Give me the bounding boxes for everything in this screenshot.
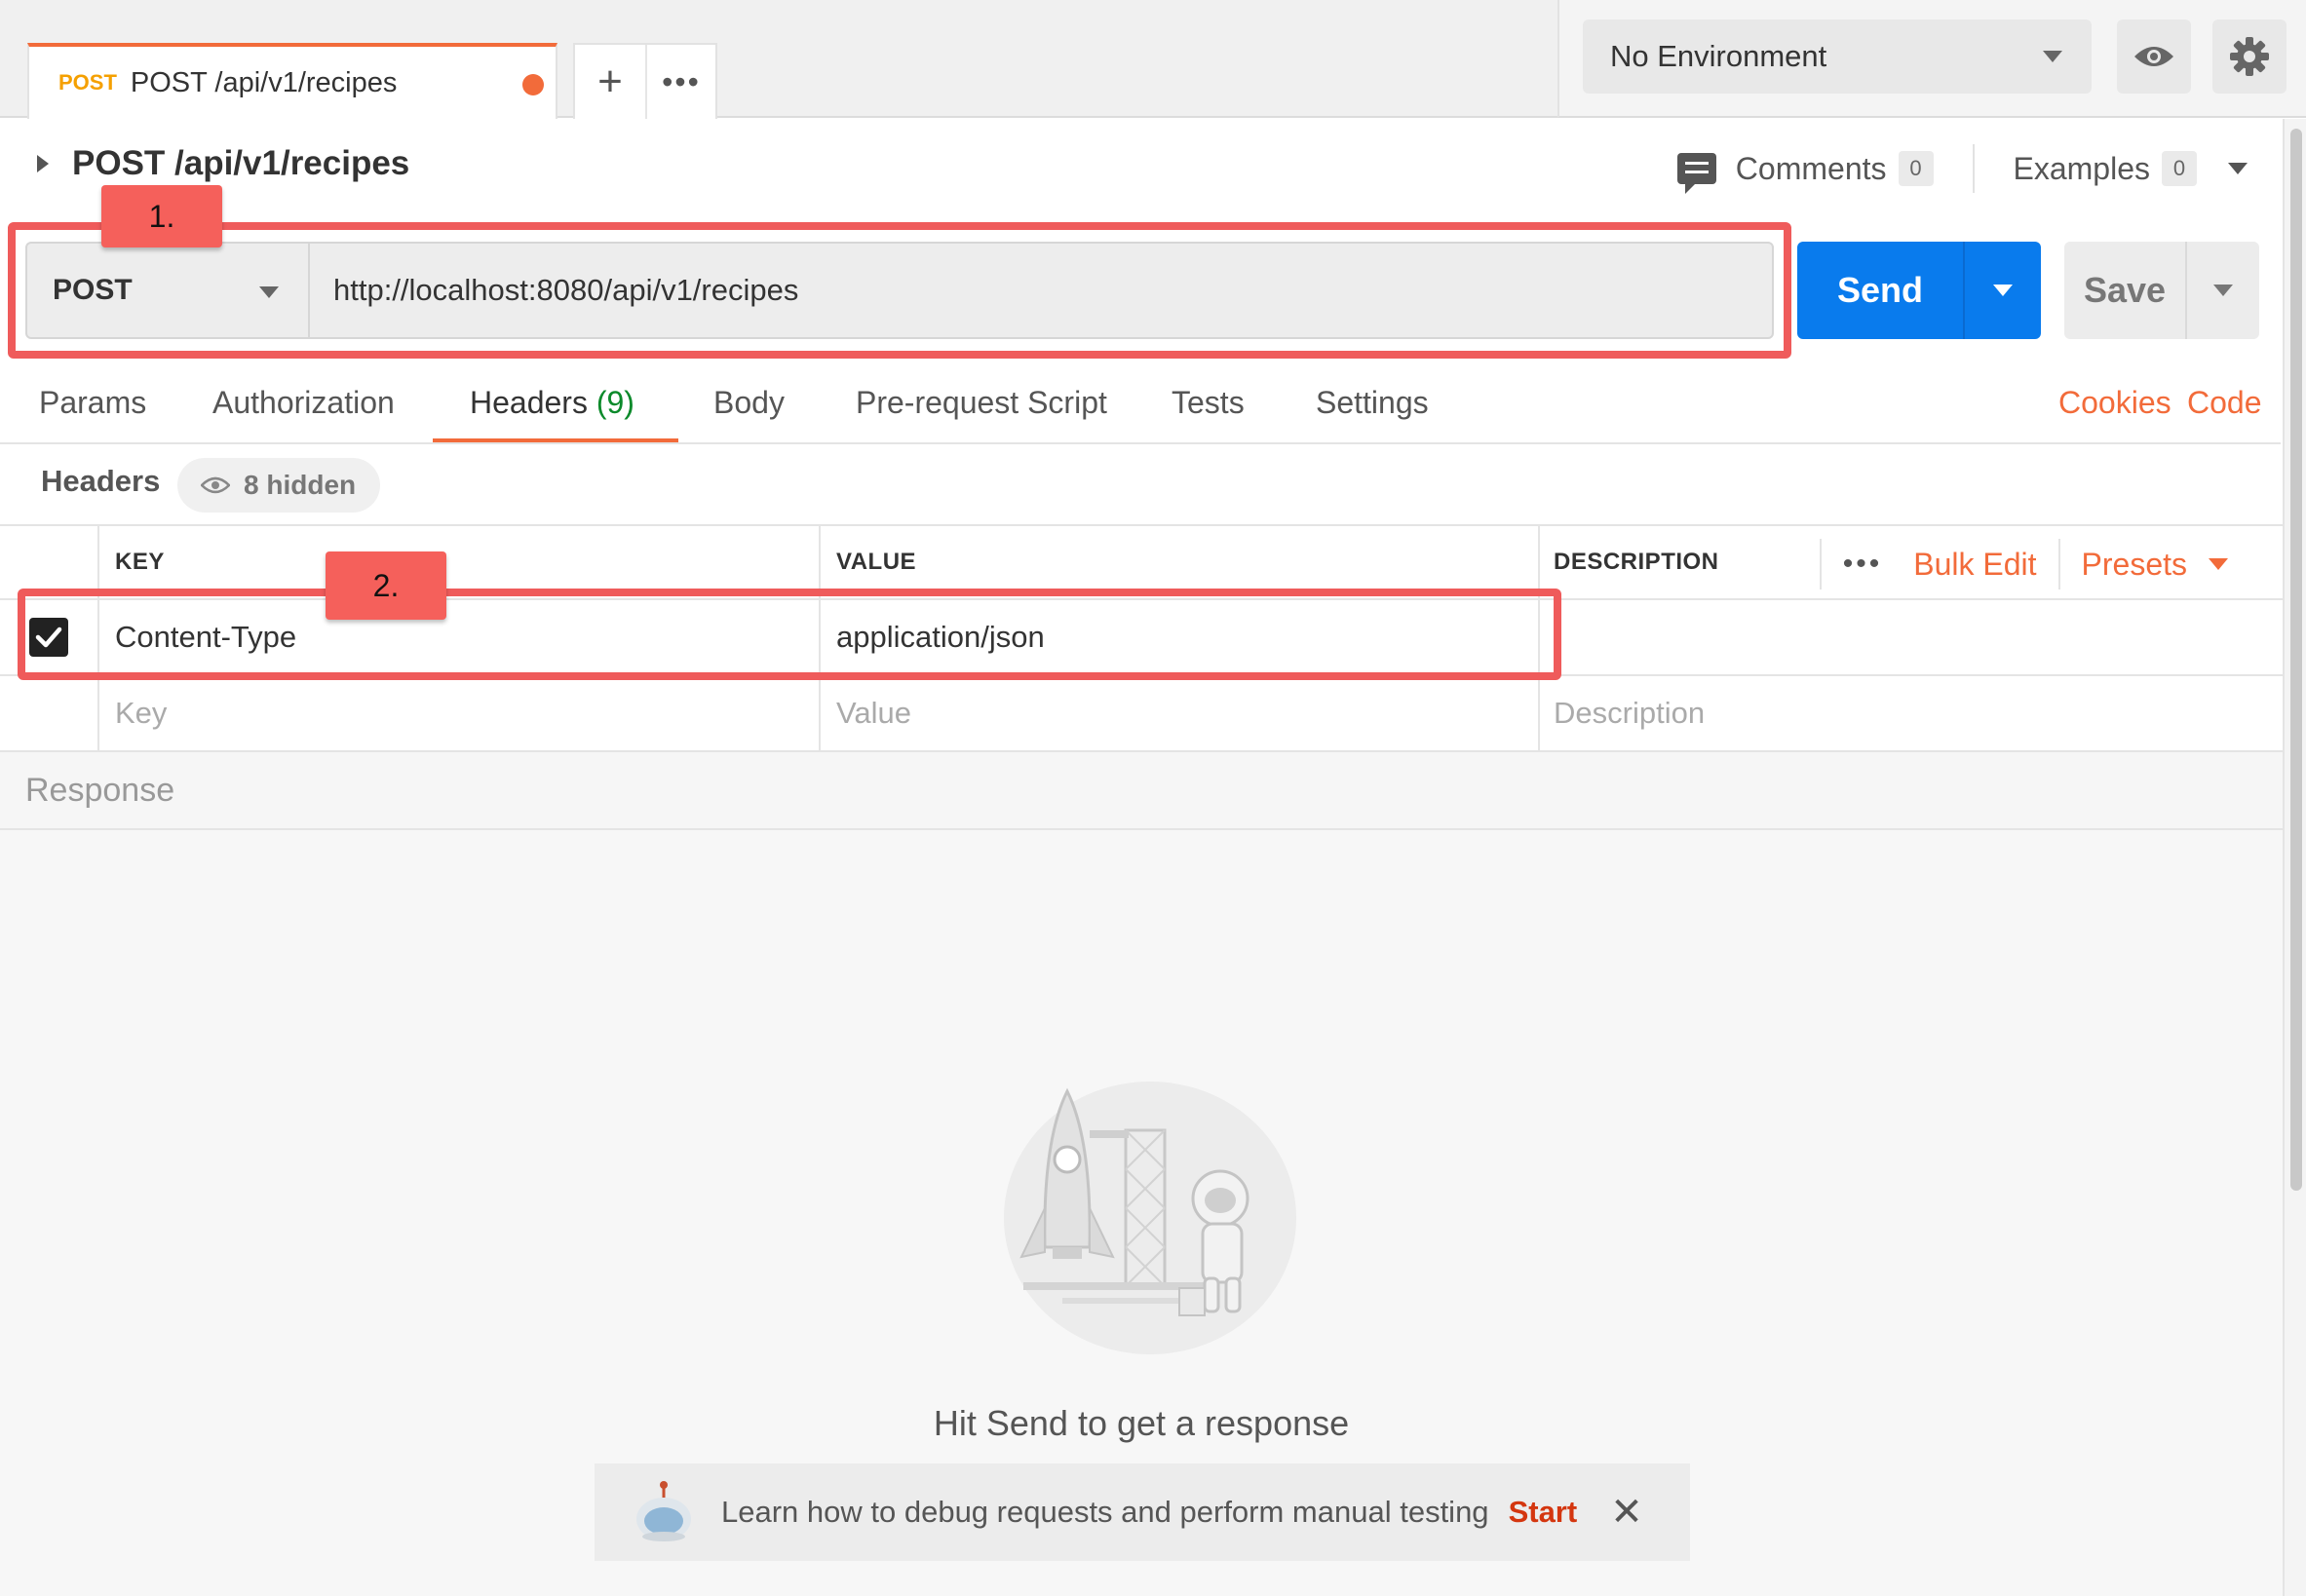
table-more-button[interactable]: ••• [1819,539,1883,589]
tab-actions: + ••• [573,43,717,119]
tab-tests[interactable]: Tests [1172,362,1245,442]
new-key-input[interactable]: Key [99,676,821,750]
eye-icon [201,476,230,494]
tab-bar: POST POST /api/v1/recipes + ••• [0,0,1557,119]
save-button[interactable]: Save [2064,242,2187,339]
tab-params[interactable]: Params [39,362,146,442]
scrollbar-thumb[interactable] [2290,129,2302,1191]
environment-quick-look-button[interactable] [2117,19,2191,94]
header-description-cell[interactable] [1540,600,2283,674]
examples-link[interactable]: Examples [2014,151,2151,187]
hidden-headers-toggle[interactable]: 8 hidden [177,458,380,513]
gear-icon [2230,37,2269,76]
request-title-text: POST /api/v1/recipes [72,144,410,182]
tab-settings[interactable]: Settings [1316,362,1429,442]
presets-dropdown[interactable]: Presets [2082,547,2187,583]
environment-area: No Environment [1557,0,2306,118]
robot-icon [636,1481,691,1541]
chevron-down-icon [1993,285,2013,296]
code-link[interactable]: Code [2187,362,2262,442]
request-title[interactable]: POST /api/v1/recipes [37,144,409,183]
close-icon[interactable]: ✕ [1610,1490,1643,1535]
rocket-launch-illustration-icon [1004,1082,1296,1354]
column-header-key: KEY [99,526,821,598]
tab-headers[interactable]: Headers (9) [433,362,678,442]
chevron-down-icon [2213,285,2233,296]
presets-chevron-down-icon[interactable] [2209,558,2228,570]
learning-tip-text: Learn how to debug requests and perform … [721,1495,1489,1529]
row-checkbox-cell [0,676,99,750]
annotation-label-2: 2. [326,551,446,620]
table-actions: ••• Bulk Edit Presets [1819,526,2228,602]
request-tab-name: POST /api/v1/recipes [130,66,398,98]
divider [1972,144,1975,193]
column-header-value: VALUE [821,526,1540,598]
annotation-box-url [8,222,1791,359]
settings-button[interactable] [2212,19,2287,94]
comments-count-badge: 0 [1898,151,1934,186]
vertical-scrollbar[interactable] [2283,119,2306,1596]
unsaved-dot-icon [522,74,544,95]
tab-body[interactable]: Body [713,362,785,442]
response-label: Response [25,771,175,809]
tab-headers-count: (9) [596,385,634,420]
environment-select[interactable]: No Environment [1583,19,2092,94]
tab-pre-request-script[interactable]: Pre-request Script [856,362,1107,442]
learning-tip-banner: Learn how to debug requests and perform … [595,1463,1690,1561]
response-empty-hint: Hit Send to get a response [933,1403,1350,1443]
annotation-box-header [18,589,1561,680]
table-row-new: Key Value Description [0,676,2283,752]
eye-icon [2134,47,2173,66]
comments-link[interactable]: Comments [1736,151,1887,187]
examples-count-badge: 0 [2162,151,2197,186]
comment-icon [1676,153,1716,194]
start-tutorial-link[interactable]: Start [1509,1495,1578,1530]
save-button-group: Save [2064,242,2259,339]
request-tabs: Params Authorization Headers (9) Body Pr… [0,362,2281,444]
hidden-headers-label: 8 hidden [244,470,357,500]
save-options-button[interactable] [2187,242,2259,339]
new-tab-button[interactable]: + [575,45,645,119]
headers-section-label: Headers [41,464,161,498]
send-button-group: Send [1797,242,2041,339]
request-tab[interactable]: POST POST /api/v1/recipes [27,43,557,119]
bulk-edit-link[interactable]: Bulk Edit [1913,547,2036,583]
environment-select-label: No Environment [1610,39,1827,73]
tab-headers-label: Headers [470,385,588,420]
tab-more-button[interactable]: ••• [644,45,715,119]
examples-chevron-down-icon[interactable] [2228,163,2248,174]
send-options-button[interactable] [1965,242,2041,339]
chevron-down-icon [2043,51,2062,62]
tab-authorization[interactable]: Authorization [212,362,395,442]
cookies-link[interactable]: Cookies [2058,362,2171,442]
new-value-input[interactable]: Value [821,676,1540,750]
annotation-label-1: 1. [101,185,222,247]
request-meta-links: Comments 0 Examples 0 [1676,144,2248,194]
expand-triangle-icon [37,155,49,172]
send-button[interactable]: Send [1797,242,1965,339]
header-checkbox-column [0,526,99,598]
new-description-input[interactable]: Description [1540,676,2283,750]
response-header: Response [0,750,2283,830]
divider [2057,539,2060,589]
request-tab-method: POST [58,70,117,95]
